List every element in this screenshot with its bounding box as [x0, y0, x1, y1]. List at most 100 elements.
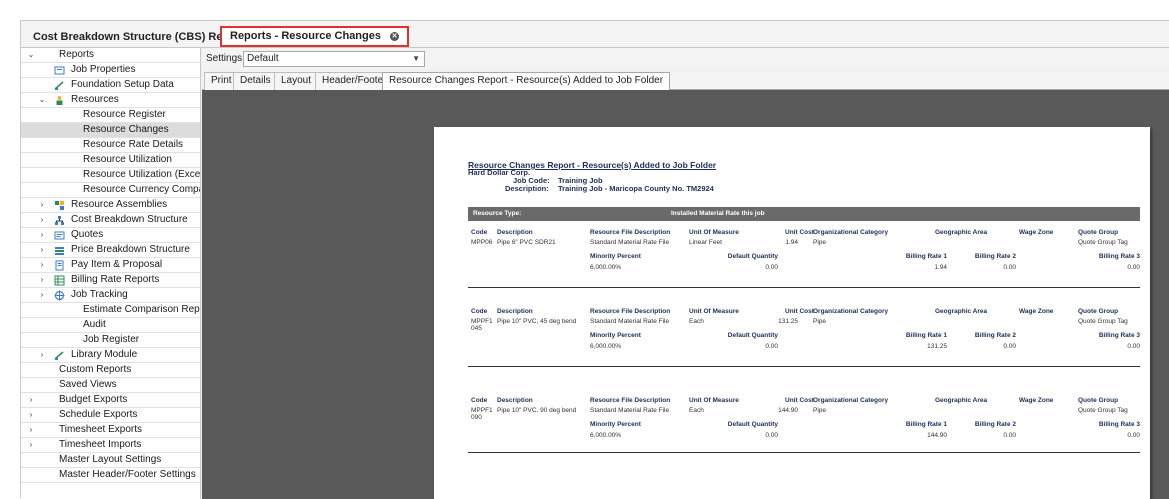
sidebar-item-job-register[interactable]: Job Register	[21, 333, 200, 348]
record-billing-rate-1: 144.90	[927, 432, 947, 439]
job-properties-icon	[54, 65, 65, 76]
sidebar-item-job-tracking[interactable]: › Job Tracking	[21, 288, 200, 303]
sidebar-item-label: Job Tracking	[71, 289, 128, 300]
chevron-right-icon[interactable]: ›	[37, 348, 47, 362]
subtab-details[interactable]: Details	[233, 72, 278, 90]
quotes-icon	[54, 230, 65, 241]
resource-type-band: Resource Type: Installed Material Rate th…	[468, 207, 1140, 221]
sidebar-item-audit[interactable]: Audit	[21, 318, 200, 333]
sidebar-item-master-header-footer-settings[interactable]: Master Header/Footer Settings	[21, 468, 200, 483]
chevron-right-icon[interactable]: ›	[37, 258, 47, 272]
sidebar-item-timesheet-exports[interactable]: › Timesheet Exports	[21, 423, 200, 438]
sidebar-item-label: Schedule Exports	[59, 409, 138, 420]
foundation-setup-icon	[54, 80, 65, 91]
header-organizational-category: Organizational Category	[813, 308, 889, 315]
sidebar-item-label: Resources	[71, 94, 119, 105]
record-default-quantity: 0.00	[765, 432, 778, 439]
record-unit-cost: 144.90	[778, 407, 798, 414]
record-billing-rate-1: 1.94	[934, 264, 947, 271]
sidebar-item-price-breakdown-structure[interactable]: › Price Breakdown Structure	[21, 243, 200, 258]
header-wage-zone: Wage Zone	[1019, 229, 1054, 236]
sidebar-item-label: Price Breakdown Structure	[71, 244, 190, 255]
header-resource-file-description: Resource File Description	[590, 308, 671, 315]
record-unit-of-measure: Linear Feet	[689, 239, 722, 246]
record-unit-of-measure: Each	[689, 318, 704, 325]
record-billing-rate-3: 0.00	[1127, 264, 1140, 271]
sidebar-item-label: Billing Rate Reports	[71, 274, 160, 285]
sidebar-item-resource-utilization[interactable]: Resource Utilization	[21, 153, 200, 168]
header-unit-of-measure: Unit Of Measure	[689, 397, 739, 404]
chevron-right-icon[interactable]: ›	[26, 393, 36, 407]
chevron-right-icon[interactable]: ›	[26, 438, 36, 452]
header-minority-percent: Minority Percent	[590, 421, 641, 428]
sidebar-item-custom-reports[interactable]: Custom Reports	[21, 363, 200, 378]
record-description: Pipe 10" PVC, 90 deg bend	[497, 407, 577, 414]
report-preview[interactable]: Resource Changes Report - Resource(s) Ad…	[202, 90, 1169, 499]
chevron-right-icon[interactable]: ›	[37, 198, 47, 212]
sidebar-item-label: Job Register	[83, 334, 140, 345]
chevron-right-icon[interactable]: ›	[37, 213, 47, 227]
subtab-resource-changes-report-resource-s-added[interactable]: Resource Changes Report - Resource(s) Ad…	[382, 72, 671, 90]
sidebar-item-schedule-exports[interactable]: › Schedule Exports	[21, 408, 200, 423]
header-unit-cost: Unit Cost	[785, 397, 814, 404]
header-minority-percent: Minority Percent	[590, 253, 641, 260]
chevron-right-icon[interactable]: ›	[26, 408, 36, 422]
chevron-down-icon[interactable]: ⌄	[26, 48, 36, 62]
chevron-right-icon[interactable]: ›	[37, 288, 47, 302]
chevron-right-icon[interactable]: ›	[37, 228, 47, 242]
sidebar-item-foundation-setup-data[interactable]: Foundation Setup Data	[21, 78, 200, 93]
subtab-layout[interactable]: Layout	[274, 72, 319, 90]
sidebar-item-quotes[interactable]: › Quotes	[21, 228, 200, 243]
sidebar-item-resources[interactable]: ⌄ Resources	[21, 93, 200, 108]
sidebar-item-label: Library Module	[71, 349, 138, 360]
record-unit-of-measure: Each	[689, 407, 704, 414]
header-code: Code	[471, 397, 488, 404]
header-description: Description	[497, 308, 533, 315]
tab-reports-resource-changes[interactable]: Reports - Resource Changes ✕	[220, 26, 410, 47]
header-billing-rate-3: Billing Rate 3	[1098, 421, 1140, 428]
header-wage-zone: Wage Zone	[1019, 308, 1054, 315]
record-code: MPP06	[471, 239, 493, 246]
sidebar-item-billing-rate-reports[interactable]: › Billing Rate Reports	[21, 273, 200, 288]
settings-row: Settings: Default ▼	[202, 48, 1169, 70]
header-billing-rate-2: Billing Rate 2	[974, 421, 1016, 428]
reports-tree: ⌄ Reports Job Properties Foundation Setup D…	[21, 48, 201, 499]
chevron-right-icon[interactable]: ›	[37, 243, 47, 257]
sidebar-item-cost-breakdown-structure[interactable]: › Cost Breakdown Structure	[21, 213, 200, 228]
header-billing-rate-2: Billing Rate 2	[974, 253, 1016, 260]
record-resource-file: Standard Material Rate File	[590, 407, 670, 414]
settings-select[interactable]: Default ▼	[243, 51, 425, 67]
description-value: Training Job - Maricopa County No. TM292…	[558, 184, 714, 193]
sidebar-item-resource-utilization-excel[interactable]: Resource Utilization (Excel)	[21, 168, 200, 183]
sidebar-item-timesheet-imports[interactable]: › Timesheet Imports	[21, 438, 200, 453]
chevron-down-icon[interactable]: ⌄	[37, 93, 47, 107]
record-unit-cost: 1.94	[785, 239, 798, 246]
header-billing-rate-2: Billing Rate 2	[974, 332, 1016, 339]
tab-label: Reports - Resource Changes	[230, 30, 381, 42]
sidebar-item-resource-changes[interactable]: Resource Changes	[21, 123, 200, 138]
record-divider	[468, 287, 1140, 288]
sidebar-item-budget-exports[interactable]: › Budget Exports	[21, 393, 200, 408]
sidebar-item-estimate-comparison-report[interactable]: Estimate Comparison Report	[21, 303, 200, 318]
record-billing-rate-2: 0.00	[1003, 343, 1016, 350]
header-unit-of-measure: Unit Of Measure	[689, 308, 739, 315]
sidebar-item-reports[interactable]: ⌄ Reports	[21, 48, 200, 63]
sidebar-item-resource-register[interactable]: Resource Register	[21, 108, 200, 123]
close-icon[interactable]: ✕	[390, 31, 400, 41]
sidebar-item-resource-rate-details[interactable]: Resource Rate Details	[21, 138, 200, 153]
record-quote-group: Quote Group Tag	[1078, 318, 1128, 325]
sidebar-item-resource-assemblies[interactable]: › Resource Assemblies	[21, 198, 200, 213]
header-default-quantity: Default Quantity	[727, 253, 778, 260]
header-billing-rate-3: Billing Rate 3	[1098, 332, 1140, 339]
header-wage-zone: Wage Zone	[1019, 397, 1054, 404]
chevron-right-icon[interactable]: ›	[26, 423, 36, 437]
sidebar-item-library-module[interactable]: › Library Module	[21, 348, 200, 363]
sidebar-item-saved-views[interactable]: Saved Views	[21, 378, 200, 393]
header-default-quantity: Default Quantity	[727, 421, 778, 428]
sidebar-item-resource-currency-comparison[interactable]: Resource Currency Comparison	[21, 183, 200, 198]
sidebar-item-master-layout-settings[interactable]: Master Layout Settings	[21, 453, 200, 468]
chevron-right-icon[interactable]: ›	[37, 273, 47, 287]
sidebar-item-pay-item-proposal[interactable]: › Pay Item & Proposal	[21, 258, 200, 273]
sidebar-item-label: Timesheet Exports	[59, 424, 142, 435]
sidebar-item-job-properties[interactable]: Job Properties	[21, 63, 200, 78]
